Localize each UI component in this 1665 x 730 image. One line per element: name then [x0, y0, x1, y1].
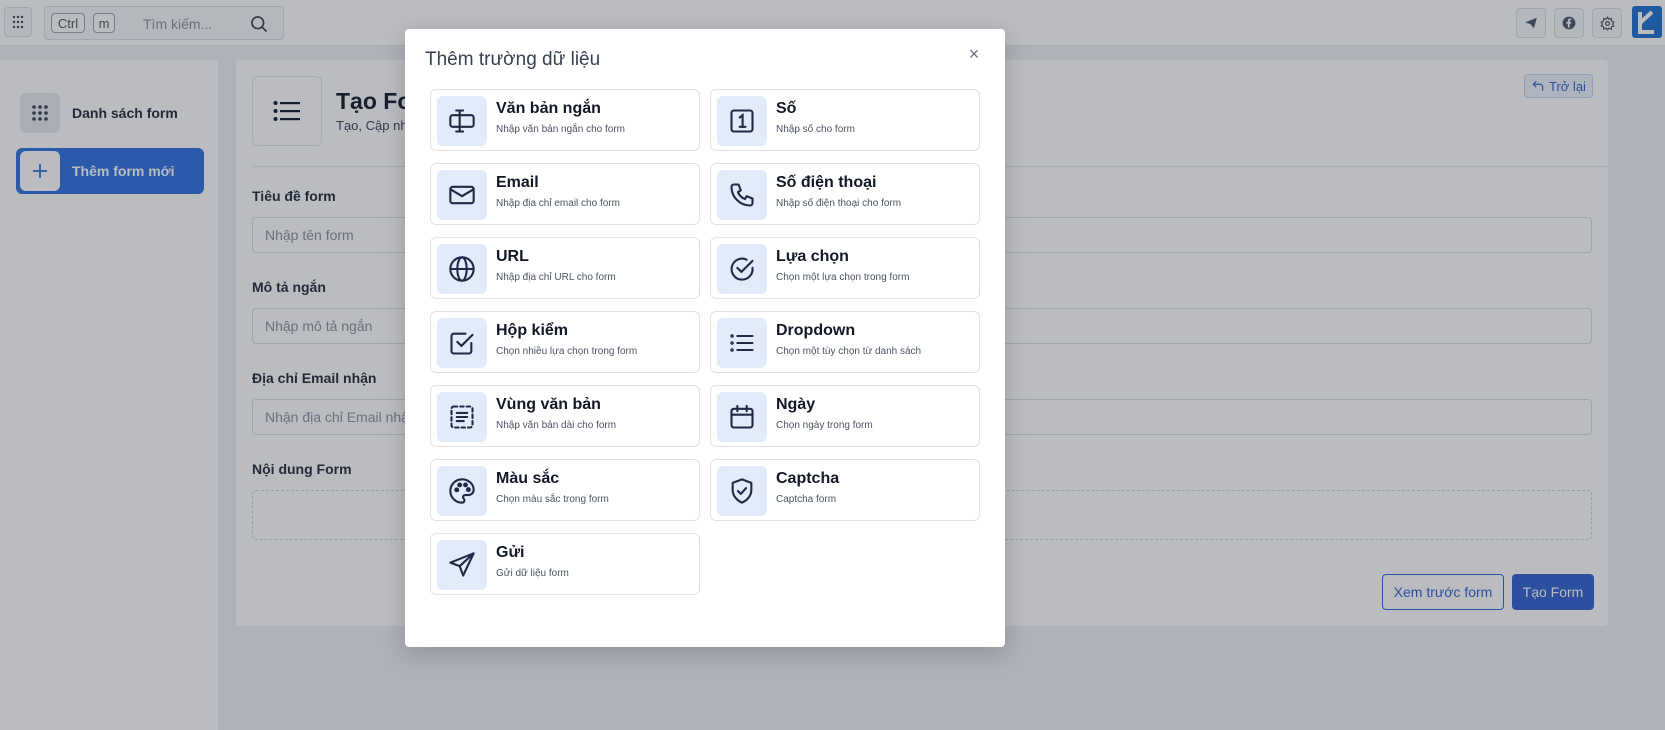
option-title: Số — [776, 100, 797, 117]
option-title: Email — [496, 174, 539, 191]
field-option-number[interactable]: Số Nhập số cho form — [710, 89, 980, 151]
number-icon — [717, 96, 767, 146]
circle-check-icon — [717, 244, 767, 294]
list-icon — [717, 318, 767, 368]
field-option-color[interactable]: Màu sắc Chọn màu sắc trong form — [430, 459, 700, 521]
field-option-radio[interactable]: Lựa chọn Chọn một lựa chọn trong form — [710, 237, 980, 299]
calendar-icon — [717, 392, 767, 442]
field-option-checkbox[interactable]: Hộp kiểm Chọn nhiều lựa chọn trong form — [430, 311, 700, 373]
text-cursor-icon — [437, 96, 487, 146]
option-description: Gửi dữ liệu form — [496, 568, 569, 579]
field-option-date[interactable]: Ngày Chọn ngày trong form — [710, 385, 980, 447]
shield-check-icon — [717, 466, 767, 516]
option-description: Chọn một lựa chọn trong form — [776, 272, 910, 283]
modal-title: Thêm trường dữ liệu — [425, 49, 601, 70]
option-description: Chọn ngày trong form — [776, 420, 873, 431]
option-description: Nhập số cho form — [776, 124, 855, 135]
mail-icon — [437, 170, 487, 220]
option-description: Nhập văn bản ngắn cho form — [496, 124, 625, 135]
field-option-submit[interactable]: Gửi Gửi dữ liệu form — [430, 533, 700, 595]
option-title: URL — [496, 248, 529, 265]
field-option-captcha[interactable]: Captcha Captcha form — [710, 459, 980, 521]
option-title: Văn bản ngắn — [496, 100, 601, 117]
option-title: Captcha — [776, 470, 840, 487]
option-title: Màu sắc — [496, 470, 560, 487]
option-description: Nhập văn bản dài cho form — [496, 420, 617, 431]
option-title: Hộp kiểm — [496, 322, 569, 339]
field-option-phone[interactable]: Số điện thoại Nhập số điện thoại cho for… — [710, 163, 980, 225]
option-title: Dropdown — [776, 322, 856, 339]
textarea-icon — [437, 392, 487, 442]
option-title: Gửi — [496, 544, 525, 561]
option-title: Vùng văn bản — [496, 396, 601, 413]
option-title: Số điện thoại — [776, 174, 877, 191]
option-title: Lựa chọn — [776, 248, 849, 265]
option-description: Nhập địa chỉ email cho form — [496, 198, 620, 209]
option-description: Chọn một tùy chọn từ danh sách — [776, 346, 922, 357]
field-option-email[interactable]: Email Nhập địa chỉ email cho form — [430, 163, 700, 225]
palette-icon — [437, 466, 487, 516]
option-description: Nhập địa chỉ URL cho form — [496, 272, 616, 283]
field-option-short-text[interactable]: Văn bản ngắn Nhập văn bản ngắn cho form — [430, 89, 700, 151]
option-description: Chọn nhiều lựa chọn trong form — [496, 346, 638, 357]
phone-icon — [717, 170, 767, 220]
send-icon — [437, 540, 487, 590]
field-option-dropdown[interactable]: Dropdown Chọn một tùy chọn từ danh sách — [710, 311, 980, 373]
field-option-url[interactable]: URL Nhập địa chỉ URL cho form — [430, 237, 700, 299]
field-option-textarea[interactable]: Vùng văn bản Nhập văn bản dài cho form — [430, 385, 700, 447]
checkbox-icon — [437, 318, 487, 368]
option-description: Nhập số điện thoại cho form — [776, 198, 902, 209]
option-title: Ngày — [776, 396, 816, 413]
option-description: Chọn màu sắc trong form — [496, 494, 609, 505]
option-description: Captcha form — [776, 494, 837, 505]
add-field-modal: Thêm trường dữ liệu × Văn bản ngắn Nhập … — [405, 29, 1005, 647]
close-icon[interactable]: × — [966, 45, 982, 63]
globe-icon — [437, 244, 487, 294]
